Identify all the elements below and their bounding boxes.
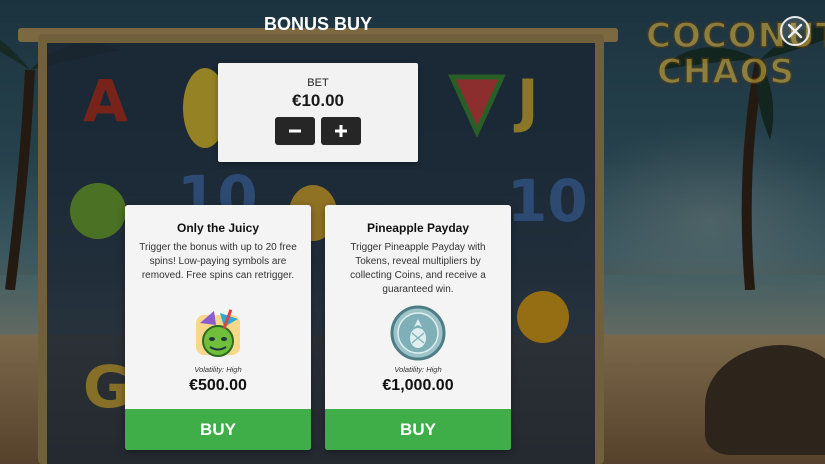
coconut-drink-icon (190, 305, 246, 361)
close-icon (787, 23, 803, 39)
bonus-price: €500.00 (189, 377, 247, 394)
bonus-card-pineapple-payday: Pineapple Payday Trigger Pineapple Payda… (325, 205, 511, 450)
plus-icon (335, 125, 347, 137)
pineapple-coin-icon (390, 305, 446, 361)
bonus-title: Only the Juicy (176, 221, 260, 235)
bonus-card-only-the-juicy: Only the Juicy Trigger the bonus with up… (125, 205, 311, 450)
bet-label: BET (307, 77, 329, 89)
bet-panel: BET €10.00 (218, 63, 418, 162)
close-button[interactable] (780, 16, 810, 46)
buy-button-only-the-juicy[interactable]: BUY (125, 409, 311, 450)
bet-decrease-button[interactable] (275, 117, 315, 145)
bonus-price: €1,000.00 (382, 377, 454, 394)
bonus-title: Pineapple Payday (366, 221, 470, 235)
bonus-volatility: Volatility: High (194, 365, 242, 374)
buy-button-pineapple-payday[interactable]: BUY (325, 409, 511, 450)
bet-value: €10.00 (292, 91, 344, 110)
bonus-description: Trigger Pineapple Payday with Tokens, re… (350, 242, 486, 295)
modal-title: BONUS BUY (263, 14, 372, 34)
bonus-volatility: Volatility: High (394, 365, 442, 374)
minus-icon (289, 129, 301, 133)
logo-line-2: CHAOS (656, 52, 796, 92)
bet-controls (218, 117, 418, 145)
bet-increase-button[interactable] (321, 117, 361, 145)
bonus-description: Trigger the bonus with up to 20 free spi… (139, 242, 297, 281)
